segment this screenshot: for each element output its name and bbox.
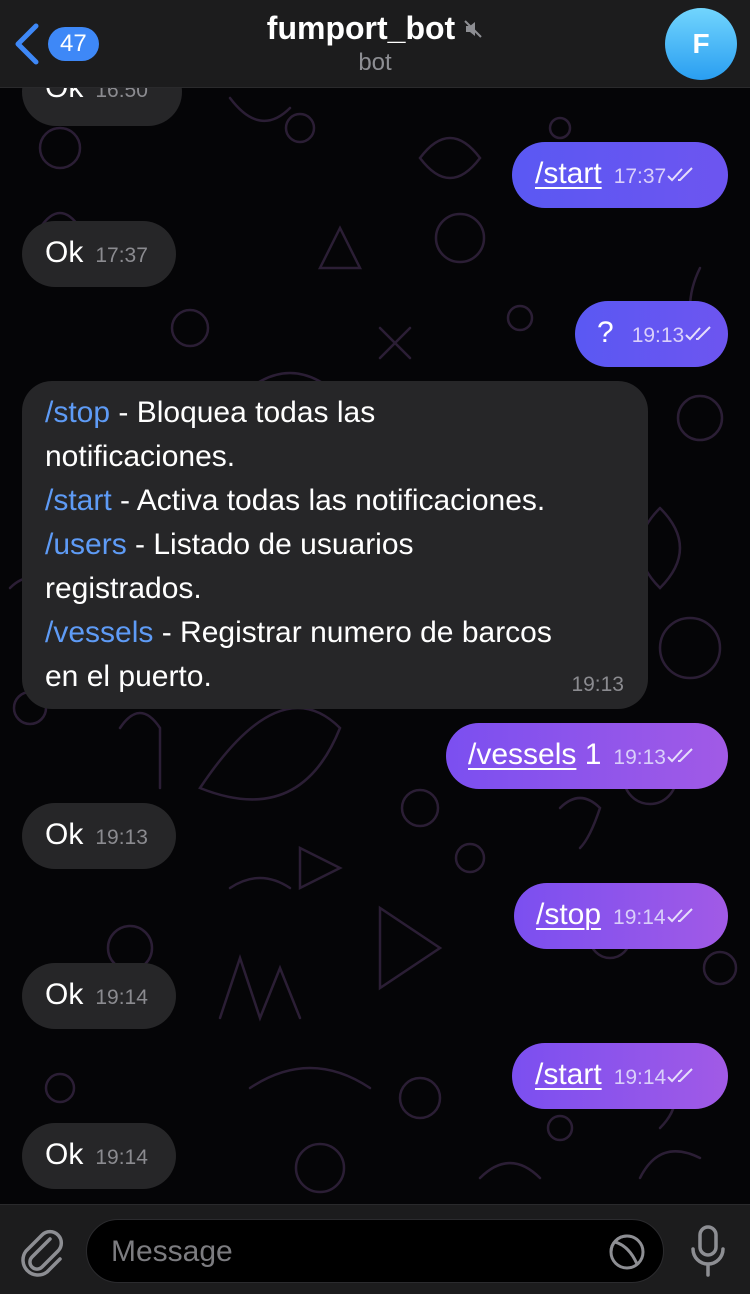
- incoming-message[interactable]: Ok 16:50: [22, 88, 182, 126]
- microphone-icon[interactable]: [688, 1223, 728, 1279]
- back-button[interactable]: 47: [12, 20, 106, 68]
- message-text: ?: [597, 316, 614, 349]
- message-time: 19:14: [95, 1146, 148, 1169]
- help-line: /users - Listado de usuarios: [45, 523, 635, 567]
- incoming-message[interactable]: Ok 17:37: [22, 221, 176, 287]
- message-time: 19:14: [613, 906, 666, 929]
- outgoing-message[interactable]: /start 19:14: [512, 1043, 728, 1109]
- chat-header: 47 fumport_bot bot F: [0, 0, 750, 88]
- help-line: registrados.: [45, 567, 635, 611]
- help-line: notificaciones.: [45, 435, 635, 479]
- message-field[interactable]: [86, 1219, 664, 1283]
- command-link[interactable]: /start: [535, 152, 602, 196]
- message-time: 19:14: [613, 1066, 667, 1089]
- paperclip-icon[interactable]: [18, 1225, 66, 1277]
- message-time: 19:13: [571, 673, 624, 696]
- double-check-icon: [667, 1068, 693, 1083]
- message-time: 19:13: [631, 324, 685, 347]
- muted-speaker-icon: [464, 19, 482, 38]
- message-text: Ok: [45, 978, 84, 1011]
- message-text: Ok: [45, 818, 84, 851]
- avatar[interactable]: F: [665, 8, 737, 80]
- unread-count-badge: 47: [48, 27, 99, 61]
- message-time: 19:13: [95, 826, 148, 849]
- outgoing-message[interactable]: ? 19:13: [575, 301, 728, 367]
- command-description: - Activa todas las notificaciones.: [111, 484, 546, 517]
- outgoing-message[interactable]: /vessels 1 19:13: [446, 723, 728, 789]
- incoming-message[interactable]: Ok 19:13: [22, 803, 176, 869]
- sticker-icon[interactable]: [607, 1232, 647, 1272]
- command-description: - Listado de usuarios: [126, 528, 414, 561]
- help-line: /vessels - Registrar numero de barcos: [45, 611, 635, 655]
- command-link[interactable]: /vessels: [468, 733, 576, 777]
- message-time: 16:50: [95, 88, 148, 102]
- message-text: Ok: [45, 1138, 84, 1171]
- chat-title-area[interactable]: fumport_bot bot: [200, 10, 550, 77]
- command-link[interactable]: /users: [45, 528, 127, 561]
- command-link[interactable]: /stop: [45, 396, 110, 429]
- message-time: 17:37: [613, 165, 667, 188]
- incoming-message[interactable]: Ok 19:14: [22, 1123, 176, 1189]
- message-time: 19:14: [95, 986, 148, 1009]
- double-check-icon: [685, 326, 711, 341]
- outgoing-message[interactable]: /start 17:37: [512, 142, 728, 208]
- double-check-icon: [667, 748, 693, 763]
- double-check-icon: [666, 908, 693, 923]
- help-line: en el puerto.: [45, 655, 635, 699]
- help-line: /stop - Bloquea todas las: [45, 391, 635, 435]
- command-description: registrados.: [45, 572, 202, 605]
- command-description: en el puerto.: [45, 660, 212, 693]
- command-description: - Registrar numero de barcos: [153, 616, 552, 649]
- command-description: notificaciones.: [45, 440, 236, 473]
- command-description: - Bloquea todas las: [110, 396, 376, 429]
- outgoing-message[interactable]: /stop 19:14: [514, 883, 728, 949]
- message-time: 19:13: [613, 746, 666, 769]
- help-line: /start - Activa todas las notificaciones…: [45, 479, 635, 523]
- incoming-message[interactable]: /stop - Bloquea todas las notificaciones…: [22, 381, 648, 709]
- command-link[interactable]: /stop: [536, 893, 601, 937]
- message-text: Ok: [45, 88, 83, 110]
- chat-subtitle: bot: [358, 49, 392, 76]
- incoming-message[interactable]: Ok 19:14: [22, 963, 176, 1029]
- message-list[interactable]: Ok 16:50 /start 17:37 Ok 17:37 ? 19:13 /…: [0, 88, 750, 1204]
- command-link[interactable]: /vessels: [45, 616, 153, 649]
- message-text: 1: [576, 738, 602, 771]
- chat-title: fumport_bot: [266, 10, 456, 46]
- message-input[interactable]: [111, 1228, 591, 1276]
- command-link[interactable]: /start: [535, 1053, 602, 1097]
- command-link[interactable]: /start: [45, 484, 112, 517]
- message-composer: [0, 1204, 750, 1294]
- double-check-icon: [667, 167, 693, 182]
- message-text: Ok: [45, 236, 84, 269]
- chevron-left-icon: [15, 23, 39, 65]
- message-time: 17:37: [95, 244, 148, 267]
